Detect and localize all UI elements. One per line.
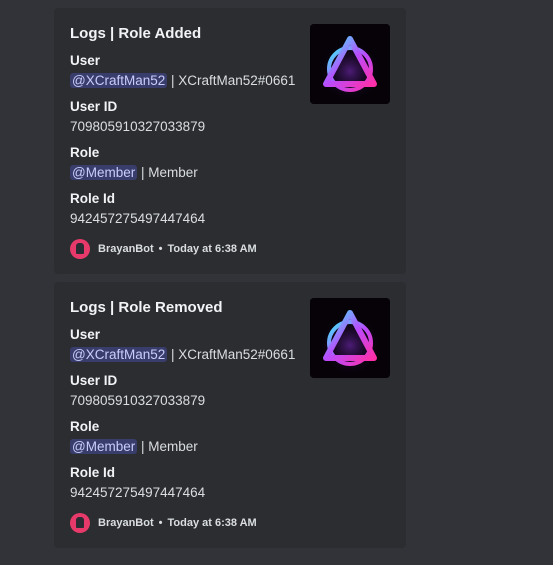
role-plain: Member (148, 439, 198, 454)
role-mention[interactable]: @Member (70, 439, 138, 454)
role-plain: Member (148, 165, 198, 180)
separator: | (137, 165, 149, 180)
field-value: 942457275497447464 (70, 211, 206, 226)
field-role-id: Role Id 942457275497447464 (70, 190, 390, 229)
separator: | (137, 439, 149, 454)
embed-thumbnail[interactable] (310, 298, 390, 378)
message-area: Logs | Role Added User @XCraftMan52 | XC… (0, 0, 553, 565)
user-tag: XCraftMan52#0661 (178, 347, 296, 362)
footer-author: BrayanBot (98, 243, 154, 255)
bot-avatar (70, 513, 90, 533)
role-mention[interactable]: @Member (70, 165, 138, 180)
field-name: Role (70, 145, 100, 160)
field-value: @Member | Member (70, 162, 390, 183)
user-mention[interactable]: @XCraftMan52 (70, 347, 168, 362)
field-name: Role Id (70, 191, 116, 206)
embed-footer: BrayanBot • Today at 6:38 AM (70, 513, 390, 533)
field-role-id: Role Id 942457275497447464 (70, 464, 390, 503)
user-mention[interactable]: @XCraftMan52 (70, 73, 168, 88)
bot-avatar (70, 239, 90, 259)
separator: | (167, 73, 179, 88)
field-value: 942457275497447464 (70, 485, 206, 500)
embed-thumbnail[interactable] (310, 24, 390, 104)
embed-footer: BrayanBot • Today at 6:38 AM (70, 239, 390, 259)
field-value: 709805910327033879 (70, 393, 206, 408)
neon-triangle-logo-icon (310, 24, 390, 104)
separator: | (167, 347, 179, 362)
user-tag: XCraftMan52#0661 (178, 73, 296, 88)
embed-role-removed: Logs | Role Removed User @XCraftMan52 | … (54, 282, 406, 548)
field-name: Role Id (70, 465, 116, 480)
field-name: Role (70, 419, 100, 434)
field-role: Role @Member | Member (70, 418, 390, 457)
neon-triangle-logo-icon (310, 298, 390, 378)
footer-dot: • (158, 243, 163, 255)
field-value: 709805910327033879 (70, 119, 206, 134)
field-role: Role @Member | Member (70, 144, 390, 183)
footer-timestamp[interactable]: Today at 6:38 AM (167, 517, 256, 529)
field-value: @Member | Member (70, 436, 390, 457)
footer-dot: • (158, 517, 163, 529)
footer-author: BrayanBot (98, 517, 154, 529)
embed-role-added: Logs | Role Added User @XCraftMan52 | XC… (54, 8, 406, 274)
footer-timestamp[interactable]: Today at 6:38 AM (167, 243, 256, 255)
